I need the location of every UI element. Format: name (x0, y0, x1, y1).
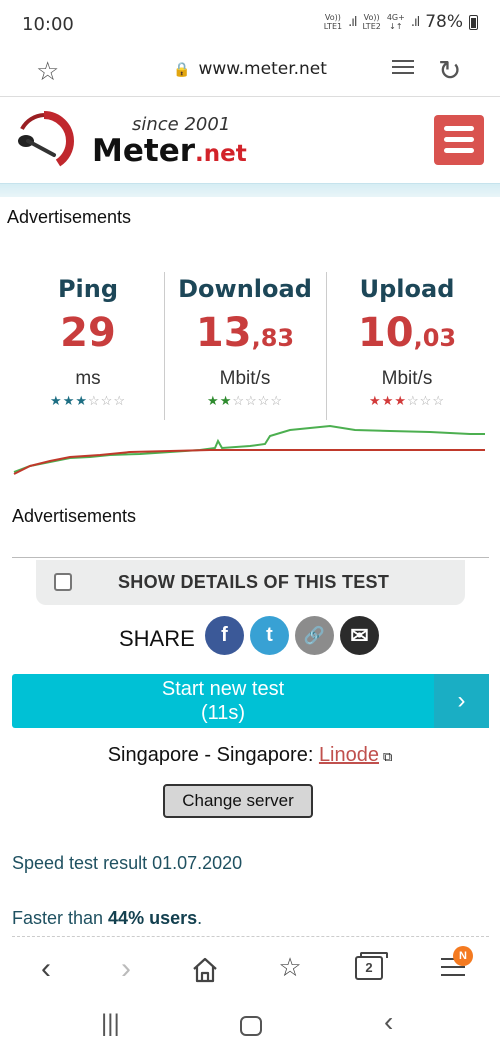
url-text: www.meter.net (198, 59, 327, 79)
download-label: Download (178, 275, 312, 303)
reader-mode-icon[interactable] (392, 60, 414, 82)
start-button-label: Start new test (11s) (161, 678, 285, 724)
upload-unit: Mbit/s (381, 368, 433, 389)
forward-icon[interactable]: › (106, 952, 146, 986)
start-new-test-button[interactable]: Start new test (11s) › (12, 674, 489, 728)
home-button-icon[interactable] (240, 1016, 262, 1036)
recent-apps-icon[interactable]: ||| (101, 1010, 120, 1038)
result-date: Speed test result 01.07.2020 (12, 853, 243, 873)
site-header: since 2001 Meter.net (0, 97, 500, 183)
header-strip (0, 183, 500, 197)
link-share-button[interactable]: 🔗 (295, 616, 334, 655)
details-checkbox[interactable] (54, 573, 72, 591)
divider (12, 557, 489, 558)
network-type: 4G+ ↓↑ (386, 13, 405, 31)
download-value: 13,83 (195, 310, 295, 356)
ping-label: Ping (57, 275, 119, 303)
ads-label: Advertisements (7, 207, 132, 227)
lock-icon: 🔒 (173, 62, 191, 78)
status-time: 10:00 (22, 14, 74, 35)
back-icon[interactable]: ‹ (26, 952, 66, 986)
speed-graph (13, 424, 485, 475)
site-menu-button[interactable] (434, 115, 484, 165)
browser-toolbar: ‹ › ☆ 2 N (0, 940, 500, 1000)
ads-label: Advertisements (12, 506, 137, 526)
details-label: SHOW DETAILS OF THIS TEST (118, 572, 390, 592)
download-result: Download 13,83 Mbit/s ★★☆☆☆☆ (164, 275, 326, 409)
address-bar: ☆ 🔒 www.meter.net ↻ (0, 48, 500, 96)
server-location: Singapore - Singapore: (107, 744, 319, 766)
server-provider-link[interactable]: Linode (319, 744, 379, 766)
upload-value: 10,03 (357, 310, 457, 356)
email-share-button[interactable]: ✉ (340, 616, 379, 655)
change-server-button[interactable]: Change server (163, 784, 313, 818)
battery-percent: 78% (425, 12, 463, 32)
link-icon: 🔗 (303, 626, 326, 645)
facebook-share-button[interactable]: f (205, 616, 244, 655)
status-bar: 10:00 Vo)) LTE1 .ıl Vo)) LTE2 4G+ ↓↑ .ıl 78… (0, 0, 500, 48)
show-details-toggle[interactable]: SHOW DETAILS OF THIS TEST (36, 560, 465, 605)
tabs-icon[interactable]: 2 (355, 952, 388, 980)
share-label: SHARE (119, 626, 195, 651)
bookmarks-icon[interactable]: ☆ (270, 952, 310, 983)
system-nav-bar: ||| ‹ (0, 1000, 500, 1056)
sim2-indicator: Vo)) LTE2 (362, 13, 381, 31)
download-unit: Mbit/s (219, 368, 271, 389)
system-back-icon[interactable]: ‹ (384, 1006, 393, 1038)
divider (12, 936, 489, 937)
ping-result: Ping 29 ms ★★★☆☆☆ (7, 275, 169, 409)
meter-logo-icon[interactable] (14, 111, 76, 169)
upload-speed-line (13, 449, 485, 475)
ping-value: 29 (60, 310, 116, 356)
signal-icon-2: .ıl (410, 14, 420, 30)
signal-icon: .ıl (348, 14, 357, 30)
status-icons: Vo)) LTE1 .ıl Vo)) LTE2 4G+ ↓↑ .ıl 78% (324, 12, 478, 32)
twitter-share-button[interactable]: t (250, 616, 289, 655)
server-info: Singapore - Singapore: Linode ⧉ (0, 744, 500, 767)
sim1-indicator: Vo)) LTE1 (323, 13, 343, 31)
external-link-icon[interactable]: ⧉ (383, 749, 392, 764)
upload-result: Upload 10,03 Mbit/s ★★★☆☆☆ (326, 275, 488, 409)
chevron-right-icon[interactable]: › (434, 674, 489, 728)
upload-label: Upload (359, 275, 455, 303)
notification-badge: N (453, 946, 473, 966)
reload-icon[interactable]: ↻ (438, 54, 461, 87)
email-icon: ✉ (350, 623, 369, 648)
twitter-icon: t (266, 624, 273, 646)
since-tagline: since 2001 (132, 114, 231, 135)
ping-unit: ms (75, 368, 101, 389)
brand-name[interactable]: Meter.net (92, 133, 247, 169)
url-field[interactable]: 🔒 www.meter.net (0, 59, 500, 79)
faster-than-text: Faster than 44% users. (12, 908, 203, 928)
battery-icon (469, 14, 478, 30)
facebook-icon: f (221, 624, 228, 646)
home-icon[interactable] (190, 956, 220, 984)
